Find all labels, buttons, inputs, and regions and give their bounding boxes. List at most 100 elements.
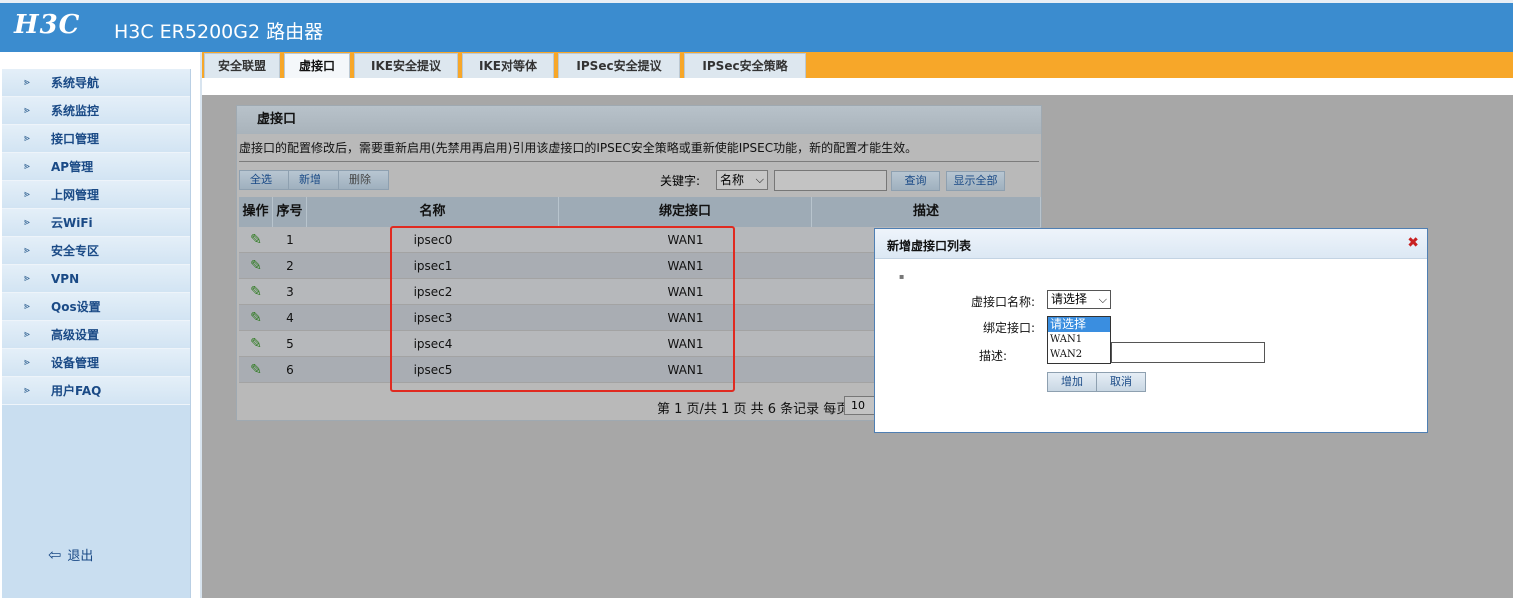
dropdown-option[interactable]: WAN2 xyxy=(1048,347,1110,362)
red-highlight-box xyxy=(390,226,735,392)
sidebar-item-advanced[interactable]: ⪢ 高级设置 xyxy=(2,321,190,349)
column-header-operation: 操作 xyxy=(239,197,273,227)
sidebar-item-qos[interactable]: ⪢ Qos设置 xyxy=(2,293,190,321)
column-header-name: 名称 xyxy=(307,197,559,227)
action-buttons: 全选 新增 删除 xyxy=(239,170,389,190)
sidebar-item-faq[interactable]: ⪢ 用户FAQ xyxy=(2,377,190,405)
arrow-icon: ⪢ xyxy=(24,189,30,200)
description-input[interactable] xyxy=(1111,342,1265,363)
arrow-icon: ⪢ xyxy=(24,329,30,340)
select-all-button[interactable]: 全选 xyxy=(239,170,289,190)
sidebar-item-label: AP管理 xyxy=(51,160,94,174)
add-button[interactable]: 新增 xyxy=(289,170,339,190)
row-seq: 4 xyxy=(286,311,294,325)
sidebar-item-label: 高级设置 xyxy=(51,328,100,342)
cancel-button[interactable]: 取消 xyxy=(1096,372,1146,392)
sidebar-item-device[interactable]: ⪢ 设备管理 xyxy=(2,349,190,377)
column-header-description: 描述 xyxy=(812,197,1041,227)
sidebar-item-label: 系统监控 xyxy=(51,104,100,118)
row-seq: 6 xyxy=(286,363,294,377)
sidebar-item-cloud-wifi[interactable]: ⪢ 云WiFi xyxy=(2,209,190,237)
tab-bar-underlay xyxy=(202,78,1513,95)
keyword-input[interactable] xyxy=(774,170,887,191)
sidebar-item-label: 上网管理 xyxy=(51,188,100,202)
sidebar-item-label: 系统导航 xyxy=(51,76,100,90)
edit-pencil-icon[interactable]: ✎ xyxy=(250,362,262,378)
tab-ipsec-policy[interactable]: IPSec安全策略 xyxy=(684,53,806,78)
name-select[interactable]: 请选择 ⌵ xyxy=(1047,290,1111,309)
sidebar-item-internet[interactable]: ⪢ 上网管理 xyxy=(2,181,190,209)
row-seq: 2 xyxy=(286,259,294,273)
chevron-down-icon: ⌵ xyxy=(755,173,764,186)
arrow-icon: ⪢ xyxy=(24,273,30,284)
edit-pencil-icon[interactable]: ✎ xyxy=(250,258,262,274)
arrow-icon: ⪢ xyxy=(24,105,30,116)
config-notice: 虚接口的配置修改后，需要重新启用(先禁用再启用)引用该虚接口的IPSEC安全策略… xyxy=(239,141,918,155)
keyword-field-value: 名称 xyxy=(720,173,745,187)
arrow-icon: ⪢ xyxy=(24,385,30,396)
logout-label: 退出 xyxy=(67,549,94,564)
arrow-icon: ⪢ xyxy=(24,133,30,144)
h3c-logo: H3C xyxy=(14,10,81,40)
sidebar-item-vpn[interactable]: ⪢ VPN xyxy=(2,265,190,293)
arrow-icon: ⪢ xyxy=(24,245,30,256)
edit-pencil-icon[interactable]: ✎ xyxy=(250,232,262,248)
interface-label: 绑定接口: xyxy=(982,321,1035,335)
name-select-value: 请选择 xyxy=(1051,292,1088,306)
query-button[interactable]: 查询 xyxy=(891,171,940,191)
sidebar-item-ap[interactable]: ⪢ AP管理 xyxy=(2,153,190,181)
close-icon[interactable]: ✖ xyxy=(1407,235,1419,251)
sidebar-item-label: 设备管理 xyxy=(51,356,100,370)
description-label: 描述: xyxy=(978,349,1007,363)
interface-dropdown: 请选择 WAN1 WAN2 xyxy=(1047,316,1111,364)
chevron-down-icon: ⌵ xyxy=(1098,293,1107,306)
page-size-select[interactable]: 10 xyxy=(844,396,876,415)
edit-pencil-icon[interactable]: ✎ xyxy=(250,336,262,352)
dropdown-option[interactable]: 请选择 xyxy=(1048,317,1110,332)
row-seq: 3 xyxy=(286,285,294,299)
add-button[interactable]: 增加 xyxy=(1047,372,1097,392)
app-title: H3C ER5200G2 路由器 xyxy=(114,21,324,43)
arrow-icon: ⪢ xyxy=(24,77,30,88)
tab-ike-peer[interactable]: IKE对等体 xyxy=(462,53,554,78)
tab-virtual-interface[interactable]: 虚接口 xyxy=(284,53,350,78)
sidebar-item-system-monitor[interactable]: ⪢ 系统监控 xyxy=(2,97,190,125)
tab-security-association[interactable]: 安全联盟 xyxy=(204,53,280,78)
pagination-info: 第 1 页/共 1 页 共 6 条记录 每页 xyxy=(657,402,850,417)
dialog-title: 新增虚接口列表 xyxy=(887,239,972,253)
sidebar-item-label: VPN xyxy=(51,271,80,286)
app-header: H3C H3C ER5200G2 路由器 xyxy=(0,0,1513,52)
column-header-seq: 序号 xyxy=(273,197,307,227)
panel-title: 虚接口 xyxy=(237,106,1041,134)
sidebar: ⪢ 系统导航 ⪢ 系统监控 ⪢ 接口管理 ⪢ AP管理 ⪢ 上网管理 ⪢ 云WiFi ⪢ 安全… xyxy=(0,52,200,598)
sidebar-item-label: 用户FAQ xyxy=(51,384,102,398)
sidebar-item-interface[interactable]: ⪢ 接口管理 xyxy=(2,125,190,153)
keyword-field-select[interactable]: 名称 ⌵ xyxy=(716,170,768,190)
keyword-label: 关键字: xyxy=(660,174,701,188)
tab-bar: 安全联盟 虚接口 IKE安全提议 IKE对等体 IPSec安全提议 IPSec安… xyxy=(202,52,1513,95)
arrow-icon: ⪢ xyxy=(24,357,30,368)
delete-button[interactable]: 删除 xyxy=(339,170,389,190)
arrow-icon: ⪢ xyxy=(24,301,30,312)
row-seq: 1 xyxy=(286,233,294,247)
tab-ipsec-proposal[interactable]: IPSec安全提议 xyxy=(558,53,680,78)
logout-icon: ⇦ xyxy=(48,545,62,564)
sidebar-item-label: Qos设置 xyxy=(51,300,101,314)
sidebar-item-system-nav[interactable]: ⪢ 系统导航 xyxy=(2,69,190,97)
tab-ike-proposal[interactable]: IKE安全提议 xyxy=(354,53,458,78)
column-header-interface: 绑定接口 xyxy=(559,197,812,227)
sidebar-item-label: 接口管理 xyxy=(51,132,100,146)
dropdown-option[interactable]: WAN1 xyxy=(1048,332,1110,347)
row-seq: 5 xyxy=(286,337,294,351)
sidebar-nav: ⪢ 系统导航 ⪢ 系统监控 ⪢ 接口管理 ⪢ AP管理 ⪢ 上网管理 ⪢ 云WiFi ⪢ 安全… xyxy=(2,69,191,598)
dialog-header: 新增虚接口列表 ✖ xyxy=(875,229,1427,259)
header-top-line xyxy=(0,0,1513,3)
add-virtual-interface-dialog: 新增虚接口列表 ✖ ▪ 虚接口名称: 请选择 ⌵ 绑定接口: 描述: 请选择 W… xyxy=(874,228,1428,433)
name-label: 虚接口名称: xyxy=(970,295,1035,309)
logout-link[interactable]: ⇦ 退出 xyxy=(48,545,93,564)
sidebar-item-label: 云WiFi xyxy=(51,216,93,230)
edit-pencil-icon[interactable]: ✎ xyxy=(250,284,262,300)
edit-pencil-icon[interactable]: ✎ xyxy=(250,310,262,326)
show-all-button[interactable]: 显示全部 xyxy=(946,171,1005,191)
sidebar-item-security[interactable]: ⪢ 安全专区 xyxy=(2,237,190,265)
